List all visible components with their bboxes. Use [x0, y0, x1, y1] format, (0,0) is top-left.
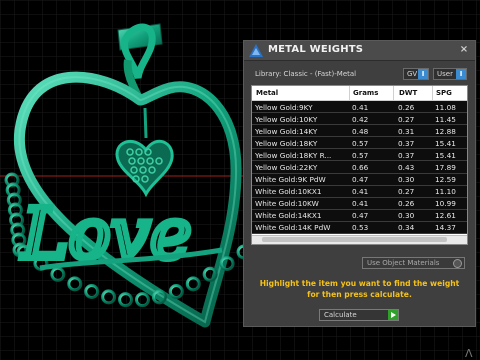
spg-cell: 12.88: [435, 126, 456, 136]
metal-cell: Yellow Gold:9KY: [255, 102, 313, 112]
gv-dropdown[interactable]: GV I: [403, 68, 429, 80]
dwt-cell: 0.37: [398, 138, 415, 148]
table-row[interactable]: White Gold:14K PdW 0.53 0.34 14.37: [252, 221, 467, 235]
dwt-cell: 0.37: [398, 150, 415, 160]
grams-cell: 0.53: [352, 223, 369, 233]
gv-dropdown-value: GV: [407, 70, 418, 78]
dropdown-arrow-icon: I: [456, 69, 466, 79]
dwt-cell: 0.30: [398, 175, 415, 185]
table-row[interactable]: White Gold:10KX1 0.41 0.27 11.10: [252, 185, 467, 198]
play-arrow-icon[interactable]: [388, 310, 398, 320]
metal-cell: Yellow Gold:18KY R...: [255, 150, 332, 160]
metal-cell: Yellow Gold:10KY: [255, 114, 318, 124]
spg-cell: 15.41: [435, 138, 456, 148]
grams-cell: 0.41: [352, 199, 369, 209]
table-row[interactable]: Yellow Gold:18KY 0.57 0.37 15.41: [252, 137, 467, 150]
table-row[interactable]: White Gold:10KW 0.41 0.26 10.99: [252, 197, 467, 210]
dropdown-arrow-icon: I: [418, 69, 428, 79]
column-header-metal[interactable]: Metal: [256, 89, 278, 97]
metal-cell: Yellow Gold:18KY: [255, 138, 318, 148]
metal-cell: White Gold:10KX1: [255, 187, 322, 197]
grams-cell: 0.47: [352, 211, 369, 221]
spg-cell: 17.89: [435, 162, 456, 172]
grams-cell: 0.48: [352, 126, 369, 136]
table-row[interactable]: Yellow Gold:14KY 0.48 0.31 12.88: [252, 125, 467, 138]
metal-cell: White Gold:9K PdW: [255, 175, 326, 185]
radio-icon[interactable]: [453, 259, 462, 268]
spg-cell: 11.10: [435, 187, 456, 197]
user-dropdown[interactable]: User I: [433, 68, 467, 80]
dwt-cell: 0.43: [398, 162, 415, 172]
column-divider: [393, 86, 394, 100]
scrollbar-thumb[interactable]: [262, 237, 447, 242]
corner-marker: Λ: [465, 347, 473, 360]
metal-cell: Yellow Gold:14KY: [255, 126, 318, 136]
spg-cell: 12.59: [435, 175, 456, 185]
column-divider: [432, 86, 433, 100]
dwt-cell: 0.30: [398, 211, 415, 221]
column-header-dwt[interactable]: DWT: [399, 89, 417, 97]
user-dropdown-value: User: [437, 70, 453, 78]
metal-cell: Yellow Gold:22KY: [255, 162, 318, 172]
grams-cell: 0.47: [352, 175, 369, 185]
dwt-cell: 0.31: [398, 126, 415, 136]
grams-cell: 0.66: [352, 162, 369, 172]
spg-cell: 11.45: [435, 114, 456, 124]
panel-title: METAL WEIGHTS: [268, 44, 364, 55]
close-button[interactable]: ×: [458, 44, 470, 56]
table-body: Yellow Gold:9KY 0.41 0.26 11.08 Yellow Gold…: [252, 101, 467, 235]
metal-weights-panel: METAL WEIGHTS × Library: Classic - (Fast…: [243, 40, 476, 327]
table-row[interactable]: Yellow Gold:10KY 0.42 0.27 11.45: [252, 113, 467, 126]
metal-cell: White Gold:14KX1: [255, 211, 322, 221]
instruction-line-1: Highlight the item you want to find the …: [259, 279, 460, 288]
table-row[interactable]: Yellow Gold:22KY 0.66 0.43 17.89: [252, 161, 467, 174]
app-logo-icon: [249, 44, 263, 57]
metal-cell: White Gold:14K PdW: [255, 223, 331, 233]
metal-table[interactable]: Metal Grams DWT SPG Yellow Gold:9KY 0.41 0…: [251, 85, 468, 245]
dwt-cell: 0.26: [398, 102, 415, 112]
horizontal-scrollbar[interactable]: [252, 235, 467, 244]
spg-cell: 11.08: [435, 102, 456, 112]
dwt-cell: 0.26: [398, 199, 415, 209]
calculate-label: Calculate: [324, 311, 357, 319]
instruction-line-2: for then press calculate.: [307, 290, 412, 299]
table-row[interactable]: White Gold:9K PdW 0.47 0.30 12.59: [252, 173, 467, 186]
spg-cell: 10.99: [435, 199, 456, 209]
dwt-cell: 0.27: [398, 114, 415, 124]
spg-cell: 15.41: [435, 150, 456, 160]
metal-cell: White Gold:10KW: [255, 199, 319, 209]
spg-cell: 12.61: [435, 211, 456, 221]
grams-cell: 0.57: [352, 150, 369, 160]
column-header-grams[interactable]: Grams: [353, 89, 378, 97]
table-row[interactable]: White Gold:14KX1 0.47 0.30 12.61: [252, 209, 467, 222]
grams-cell: 0.41: [352, 187, 369, 197]
column-header-spg[interactable]: SPG: [436, 89, 452, 97]
panel-titlebar[interactable]: METAL WEIGHTS ×: [244, 41, 475, 61]
spg-cell: 14.37: [435, 223, 456, 233]
use-object-materials-label: Use Object Materials: [367, 259, 440, 267]
column-divider: [349, 86, 350, 100]
library-label: Library: Classic - (Fast)-Metal: [255, 70, 357, 78]
instruction-text: Highlight the item you want to find the …: [244, 278, 475, 300]
table-row[interactable]: Yellow Gold:9KY 0.41 0.26 11.08: [252, 101, 467, 114]
dwt-cell: 0.34: [398, 223, 415, 233]
table-header: Metal Grams DWT SPG: [252, 86, 467, 101]
grams-cell: 0.41: [352, 102, 369, 112]
calculate-button[interactable]: Calculate: [319, 309, 399, 321]
table-row[interactable]: Yellow Gold:18KY R... 0.57 0.37 15.41: [252, 149, 467, 162]
grams-cell: 0.57: [352, 138, 369, 148]
dwt-cell: 0.27: [398, 187, 415, 197]
grams-cell: 0.42: [352, 114, 369, 124]
use-object-materials-toggle[interactable]: Use Object Materials: [362, 257, 465, 269]
